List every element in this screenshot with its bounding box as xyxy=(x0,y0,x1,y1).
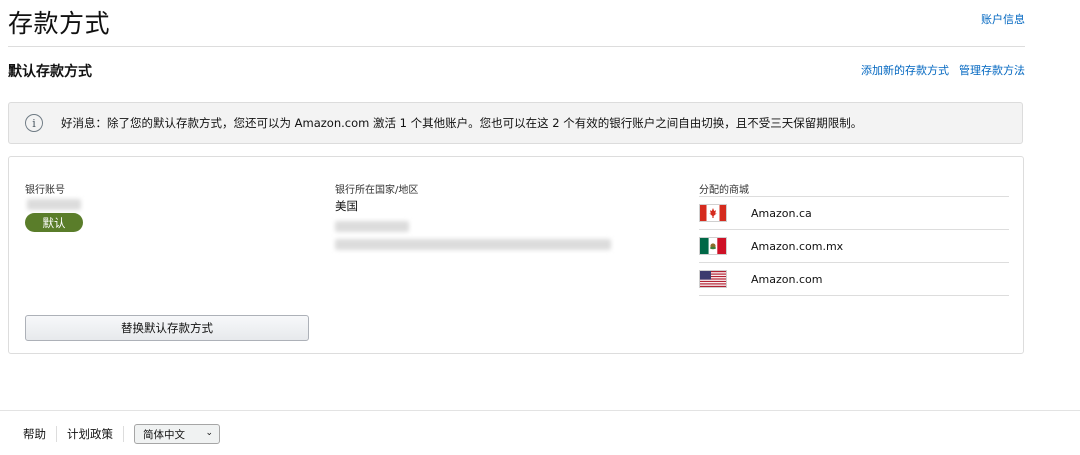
bank-country-value: 美国 xyxy=(335,199,358,213)
marketplace-list: Amazon.ca Amazon.com.mx Amazon.com xyxy=(699,195,1009,296)
info-banner-text: 好消息：除了您的默认存款方式，您还可以为 Amazon.com 激活 1 个其他… xyxy=(61,116,863,130)
bank-account-label: 银行账号 xyxy=(25,185,65,196)
section-title: 默认存款方式 xyxy=(8,64,92,80)
footer-divider xyxy=(0,410,1080,411)
footer: 帮助 计划政策 简体中文 ⌄ xyxy=(23,424,220,444)
header-divider xyxy=(8,46,1025,47)
marketplace-row: Amazon.com xyxy=(699,263,1009,296)
marketplace-name: Amazon.com xyxy=(751,272,823,286)
footer-separator xyxy=(56,426,57,442)
marketplace-name: Amazon.ca xyxy=(751,206,812,220)
program-policy-link[interactable]: 计划政策 xyxy=(67,426,113,442)
deposit-methods-page: 存款方式 账户信息 默认存款方式 添加新的存款方式 管理存款方法 i 好消息：除… xyxy=(0,0,1080,455)
canada-flag-icon xyxy=(699,204,727,222)
language-selected-value: 简体中文 xyxy=(143,428,185,441)
page-title: 存款方式 xyxy=(8,9,111,38)
mexico-flag-icon xyxy=(699,237,727,255)
marketplace-row: Amazon.com.mx xyxy=(699,230,1009,263)
bank-account-number-redacted xyxy=(27,199,81,210)
default-badge: 默认 xyxy=(25,213,83,232)
language-select[interactable]: 简体中文 ⌄ xyxy=(134,424,220,444)
account-info-link[interactable]: 账户信息 xyxy=(981,11,1025,27)
info-banner: i 好消息：除了您的默认存款方式，您还可以为 Amazon.com 激活 1 个… xyxy=(8,102,1023,144)
chevron-down-icon: ⌄ xyxy=(205,428,213,438)
marketplace-row: Amazon.ca xyxy=(699,197,1009,230)
info-icon: i xyxy=(25,114,43,132)
add-deposit-method-link[interactable]: 添加新的存款方式 xyxy=(861,62,949,78)
bank-country-label: 银行所在国家/地区 xyxy=(335,185,419,196)
deposit-method-card: 银行账号 默认 银行所在国家/地区 美国 分配的商城 Amazon.ca Ama… xyxy=(8,156,1024,354)
help-link[interactable]: 帮助 xyxy=(23,426,46,442)
marketplaces-label: 分配的商城 xyxy=(699,185,749,196)
replace-default-deposit-button[interactable]: 替换默认存款方式 xyxy=(25,315,309,341)
bank-detail-redacted-1 xyxy=(335,221,409,232)
manage-deposit-methods-link[interactable]: 管理存款方法 xyxy=(959,62,1025,78)
section-links: 添加新的存款方式 管理存款方法 xyxy=(861,62,1025,78)
bank-detail-redacted-2 xyxy=(335,239,611,250)
marketplace-name: Amazon.com.mx xyxy=(751,239,844,253)
usa-flag-icon xyxy=(699,270,727,288)
footer-separator xyxy=(123,426,124,442)
